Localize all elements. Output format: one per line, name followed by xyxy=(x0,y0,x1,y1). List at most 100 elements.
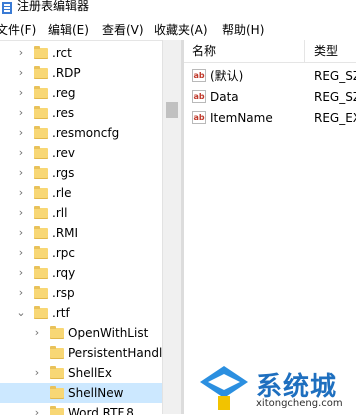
tree-item-label: .rqy xyxy=(52,266,76,280)
column-type[interactable]: 类型 xyxy=(314,40,338,62)
expand-chevron-icon[interactable]: › xyxy=(16,203,26,223)
tree-item[interactable]: › .rpc xyxy=(0,243,170,263)
tree-item[interactable]: › .rqy xyxy=(0,263,170,283)
registry-tree[interactable]: › .rct › .RDP › .reg › .res › .resmoncfg › .rev › .rg… xyxy=(0,40,181,415)
value-name: (默认) xyxy=(210,69,244,83)
menu-edit[interactable]: 编辑(E) xyxy=(48,20,89,40)
folder-icon xyxy=(34,86,48,99)
folder-icon xyxy=(50,346,64,359)
expand-chevron-icon[interactable]: › xyxy=(16,163,26,183)
tree-item[interactable]: › .rev xyxy=(0,143,170,163)
tree-item-label: .rtf xyxy=(52,306,70,320)
folder-icon xyxy=(34,226,48,239)
tree-item[interactable]: › Word.RTF.8 xyxy=(0,403,170,415)
tree-item[interactable]: › .rsp xyxy=(0,283,170,303)
value-type: REG_EX xyxy=(314,111,356,125)
tree-item-label: .rsp xyxy=(52,286,75,300)
tree-item-label: ShellNew xyxy=(68,386,124,400)
folder-icon xyxy=(34,266,48,279)
tree-item[interactable]: › .RMI xyxy=(0,223,170,243)
expand-chevron-icon[interactable]: › xyxy=(32,363,42,383)
tree-scrollbar[interactable] xyxy=(162,40,181,414)
folder-icon xyxy=(50,366,64,379)
tree-item-label: .res xyxy=(52,106,75,120)
menu-help[interactable]: 帮助(H) xyxy=(222,20,264,40)
tree-item-label: OpenWithList xyxy=(68,326,149,340)
tree-item[interactable]: › ShellEx xyxy=(0,363,170,383)
tree-item-label: .resmoncfg xyxy=(52,126,120,140)
folder-icon xyxy=(34,146,48,159)
menu-bar: 文件(F) 编辑(E) 查看(V) 收藏夹(A) 帮助(H) xyxy=(0,20,356,40)
tree-item[interactable]: ⌄ .rtf xyxy=(0,303,170,323)
tree-item-label: .rll xyxy=(52,206,68,220)
expand-chevron-icon[interactable]: › xyxy=(32,323,42,343)
string-value-icon: ab xyxy=(192,111,206,124)
tree-item[interactable]: › .rle xyxy=(0,183,170,203)
expand-chevron-icon[interactable]: › xyxy=(16,223,26,243)
folder-icon xyxy=(34,286,48,299)
folder-icon xyxy=(50,386,64,399)
tree-item-label: .reg xyxy=(52,86,76,100)
tree-item-label: ShellEx xyxy=(68,366,112,380)
expand-chevron-icon[interactable]: › xyxy=(16,283,26,303)
tree-item[interactable]: ShellNew xyxy=(0,383,170,403)
list-header: 名称 类型 xyxy=(184,40,356,63)
tree-item-label: .rct xyxy=(52,46,72,60)
folder-icon xyxy=(34,206,48,219)
tree-item-label: PersistentHandle xyxy=(68,346,170,360)
tree-item[interactable]: › .RDP xyxy=(0,63,170,83)
tree-item[interactable]: PersistentHandle xyxy=(0,343,170,363)
expand-chevron-icon[interactable]: › xyxy=(16,103,26,123)
tree-item-label: .RMI xyxy=(52,226,79,240)
folder-icon xyxy=(50,326,64,339)
value-type: REG_SZ xyxy=(314,69,356,83)
value-type: REG_SZ xyxy=(314,90,356,104)
tree-item[interactable]: › .rgs xyxy=(0,163,170,183)
folder-icon xyxy=(34,246,48,259)
watermark: 系统城 xitongcheng.com xyxy=(196,362,356,414)
expand-chevron-icon[interactable]: › xyxy=(16,83,26,103)
brand-logo-icon xyxy=(200,366,248,410)
value-name: Data xyxy=(210,90,239,104)
column-name[interactable]: 名称 xyxy=(192,40,216,62)
string-value-icon: ab xyxy=(192,90,206,103)
expand-chevron-icon[interactable]: › xyxy=(16,43,26,63)
value-name: ItemName xyxy=(210,111,273,125)
expand-chevron-icon[interactable]: › xyxy=(32,403,42,415)
tree-item[interactable]: › .rct xyxy=(0,43,170,63)
expand-chevron-icon[interactable]: › xyxy=(16,183,26,203)
tree-item[interactable]: › OpenWithList xyxy=(0,323,170,343)
tree-item[interactable]: › .rll xyxy=(0,203,170,223)
tree-scrollbar-thumb[interactable] xyxy=(166,102,178,118)
value-list: 名称 类型 ab(默认)REG_SZabDataREG_SZabItemName… xyxy=(184,40,356,414)
tree-item-label: .RDP xyxy=(52,66,81,80)
folder-icon xyxy=(34,66,48,79)
tree-item[interactable]: › .reg xyxy=(0,83,170,103)
folder-icon xyxy=(34,46,48,59)
regedit-icon xyxy=(2,2,12,14)
folder-icon xyxy=(34,106,48,119)
menu-view[interactable]: 查看(V) xyxy=(102,20,144,40)
tree-item-label: .rpc xyxy=(52,246,75,260)
expand-chevron-icon[interactable]: › xyxy=(16,263,26,283)
title-bar: 注册表编辑器 xyxy=(0,0,356,16)
string-value-icon: ab xyxy=(192,69,206,82)
brand-site: xitongcheng.com xyxy=(256,398,343,409)
collapse-chevron-icon[interactable]: ⌄ xyxy=(16,303,26,323)
expand-chevron-icon[interactable]: › xyxy=(16,143,26,163)
expand-chevron-icon[interactable]: › xyxy=(16,243,26,263)
tree-item-label: .rle xyxy=(52,186,72,200)
menu-favorites[interactable]: 收藏夹(A) xyxy=(154,20,208,40)
menu-file[interactable]: 文件(F) xyxy=(0,20,36,40)
column-divider[interactable] xyxy=(304,40,305,62)
expand-chevron-icon[interactable]: › xyxy=(16,63,26,83)
value-row[interactable]: ab ItemName REG_EX xyxy=(184,108,356,128)
expand-chevron-icon[interactable]: › xyxy=(16,123,26,143)
folder-icon xyxy=(34,166,48,179)
tree-item[interactable]: › .resmoncfg xyxy=(0,123,170,143)
tree-item[interactable]: › .res xyxy=(0,103,170,123)
folder-icon xyxy=(34,186,48,199)
value-row[interactable]: ab Data REG_SZ xyxy=(184,87,356,107)
value-row[interactable]: ab (默认) REG_SZ xyxy=(184,66,356,86)
tree-item-label: .rev xyxy=(52,146,75,160)
